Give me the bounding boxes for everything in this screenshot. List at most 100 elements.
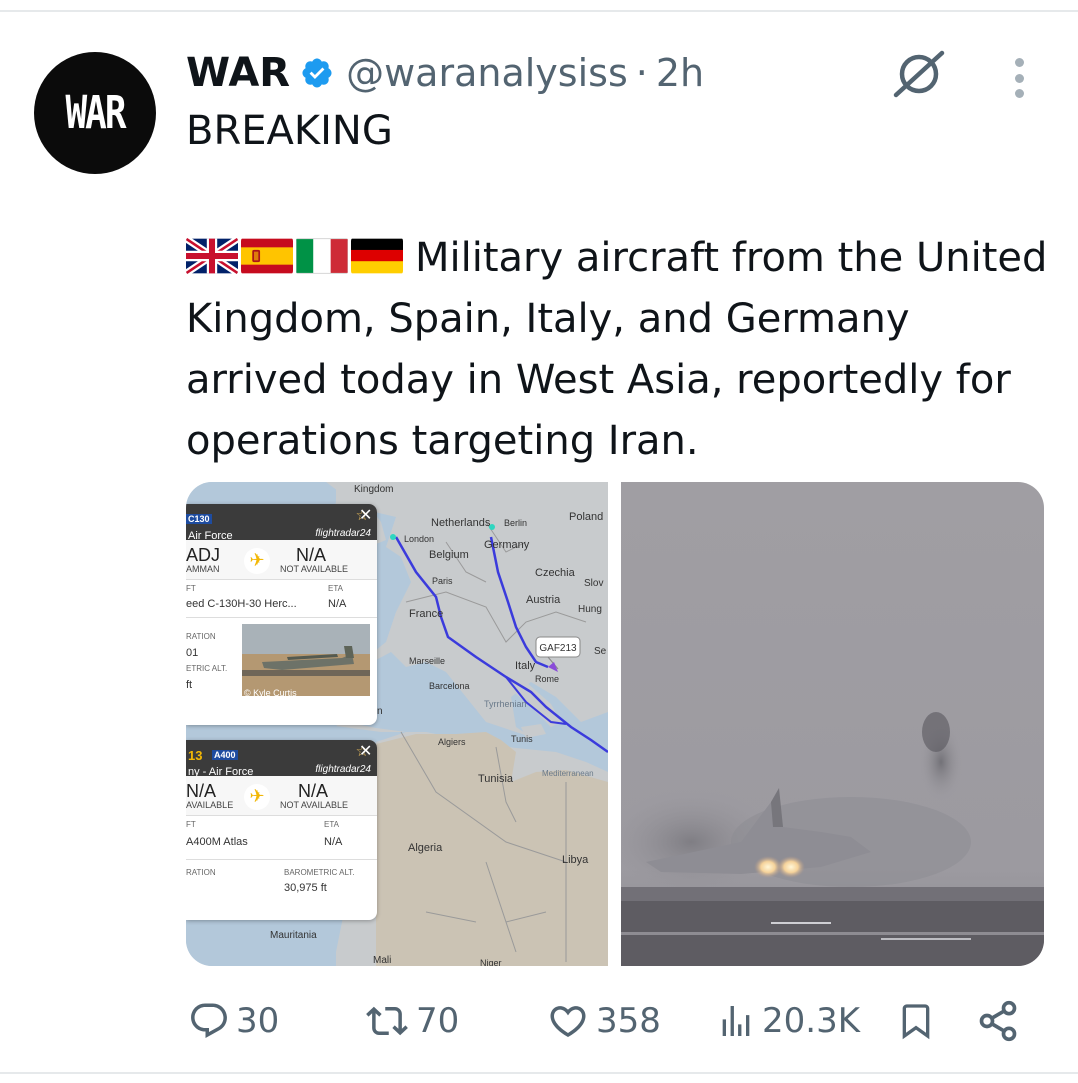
flight-card-1-baro-label: ETRIC ALT. [186, 664, 228, 673]
heart-icon [550, 1006, 586, 1038]
post-header: WAR @waranalysiss · 2h [186, 48, 704, 98]
flight-card-2-origin-name: AVAILABLE [186, 800, 234, 810]
flight-card-1-aircraft-value: eed C-130H-30 Herc... [186, 598, 297, 610]
grok-icon[interactable] [892, 50, 948, 98]
repost-button[interactable]: 70 [364, 996, 459, 1046]
map-label-italy: Italy [515, 660, 536, 672]
close-icon[interactable]: ✕ [359, 505, 377, 525]
map-label-algiers: Algiers [438, 737, 466, 747]
like-button[interactable]: 358 [546, 996, 661, 1046]
map-label-tunisia: Tunisia [478, 773, 514, 785]
flight-map-image[interactable]: GAF213 Kingdom Netherlands Berlin Poland… [186, 482, 608, 966]
close-icon[interactable]: ✕ [359, 741, 377, 761]
verified-badge-icon[interactable] [300, 56, 334, 90]
like-count: 358 [596, 1001, 661, 1041]
germany-flag-icon [351, 238, 403, 274]
action-bar: 30 70 358 20.3K [0, 996, 1078, 1046]
repost-icon [366, 1006, 408, 1036]
avatar-logo-text: WAR [65, 87, 126, 139]
united-kingdom-flag-icon [186, 237, 238, 275]
flight-card-1-header: C130 Air Force ☆ ✕ flightradar24 [186, 504, 377, 542]
reply-icon [191, 1003, 227, 1038]
map-label-london: London [404, 534, 434, 544]
jet-takeoff-photo[interactable] [621, 482, 1044, 966]
author-avatar[interactable]: WAR [34, 52, 156, 174]
map-label-berlin: Berlin [504, 518, 527, 528]
author-display-name[interactable]: WAR [186, 50, 290, 96]
map-label-slov: Slov [584, 578, 603, 589]
map-label-hung: Hung [578, 604, 602, 615]
map-label-mediterranean: Mediterranean [542, 769, 594, 778]
italy-flag-icon [296, 238, 348, 274]
map-label-mauritania: Mauritania [270, 930, 317, 941]
flight-card-2-baro-value: 30,975 ft [284, 882, 327, 894]
analytics-icon [722, 1006, 750, 1036]
map-label-libya: Libya [562, 854, 589, 866]
views-button[interactable]: 20.3K [716, 996, 860, 1046]
flight-info-card-1[interactable]: C130 Air Force ☆ ✕ flightradar24 ADJ AMM… [186, 504, 377, 725]
map-label-niger: Niger [480, 958, 502, 966]
author-handle[interactable]: @waranalysiss [346, 51, 628, 95]
views-count: 20.3K [762, 1001, 860, 1041]
bottom-divider [0, 1072, 1078, 1074]
map-label-rome: Rome [535, 674, 559, 684]
flight-info-card-2[interactable]: 13 A400 ny - Air Force ☆ ✕ flightradar24… [186, 740, 377, 920]
photo-credit: © Kyle Curtis [244, 688, 297, 698]
plane-icon: ✈ [244, 784, 270, 810]
map-label-czechia: Czechia [535, 567, 576, 579]
map-label-barcelona: Barcelona [429, 681, 470, 691]
flight-card-2-dest-code: N/A [298, 781, 329, 801]
map-label-poland: Poland [569, 511, 603, 523]
media-grid: GAF213 Kingdom Netherlands Berlin Poland… [186, 482, 1044, 966]
flightradar24-logo: flightradar24 [315, 528, 371, 539]
spain-flag-icon [241, 238, 293, 274]
flight-card-2-eta-value: N/A [324, 836, 343, 848]
map-label-france: France [409, 608, 443, 620]
post-timestamp[interactable]: 2h [656, 51, 704, 95]
map-label-netherlands: Netherlands [431, 517, 491, 529]
callsign-tag[interactable]: GAF213 [539, 643, 577, 654]
flight-card-1-origin-name: AMMAN [186, 564, 220, 574]
flight-card-2-eta-label: ETA [324, 820, 339, 829]
map-label-kingdom: Kingdom [354, 484, 393, 495]
flight-card-2-header: 13 A400 ny - Air Force ☆ ✕ flightradar24 [186, 740, 377, 778]
aircraft-photo[interactable] [242, 624, 370, 696]
more-options-icon[interactable] [1010, 58, 1028, 98]
flight-card-1-dest-name: NOT AVAILABLE [280, 564, 349, 574]
flight-card-2-registration-label: RATION [186, 868, 216, 877]
map-label-tyrrhenian: Tyrrhenian [484, 699, 527, 709]
flight-card-2-aircraft-value: A400M Atlas [186, 836, 248, 848]
reply-count: 30 [236, 1001, 280, 1041]
repost-count: 70 [416, 1001, 460, 1041]
map-label-tunis: Tunis [511, 734, 533, 744]
flight-card-2-callsign: 13 [188, 748, 203, 763]
plane-icon: ✈ [244, 548, 270, 574]
map-label-algeria: Algeria [408, 842, 443, 854]
map-label-belgium: Belgium [429, 549, 469, 561]
flight-card-1-eta-label: ETA [328, 584, 343, 593]
map-label-germany: Germany [484, 539, 530, 551]
map-label-n: n [377, 706, 383, 717]
flight-card-1-registration-label: RATION [186, 632, 216, 641]
flight-card-1-origin-code: ADJ [186, 545, 221, 565]
flight-card-1-baro-value: ft [186, 679, 193, 691]
flight-card-1-eta-value: N/A [328, 598, 347, 610]
flight-card-2-aircraft-label: FT [186, 820, 196, 829]
map-label-marseille: Marseille [409, 656, 445, 666]
flight-card-2-dest-name: NOT AVAILABLE [280, 800, 349, 810]
bookmark-icon [902, 1004, 930, 1040]
jet-takeoff-image [621, 482, 1044, 966]
post-body: Military aircraft from the United Kingdo… [186, 228, 1056, 472]
flightradar24-logo: flightradar24 [315, 764, 371, 775]
map-label-paris: Paris [432, 576, 453, 586]
map-label-mali: Mali [373, 955, 391, 966]
flight-card-2-type-tag: A400 [212, 750, 238, 760]
bookmark-button[interactable] [896, 996, 936, 1046]
separator-dot: · [635, 51, 648, 95]
share-button[interactable] [976, 996, 1020, 1046]
top-divider [0, 10, 1078, 12]
reply-button[interactable]: 30 [188, 996, 279, 1046]
post-headline: BREAKING [186, 108, 393, 154]
flag-emojis [186, 237, 403, 275]
map-label-se: Se [594, 646, 607, 657]
